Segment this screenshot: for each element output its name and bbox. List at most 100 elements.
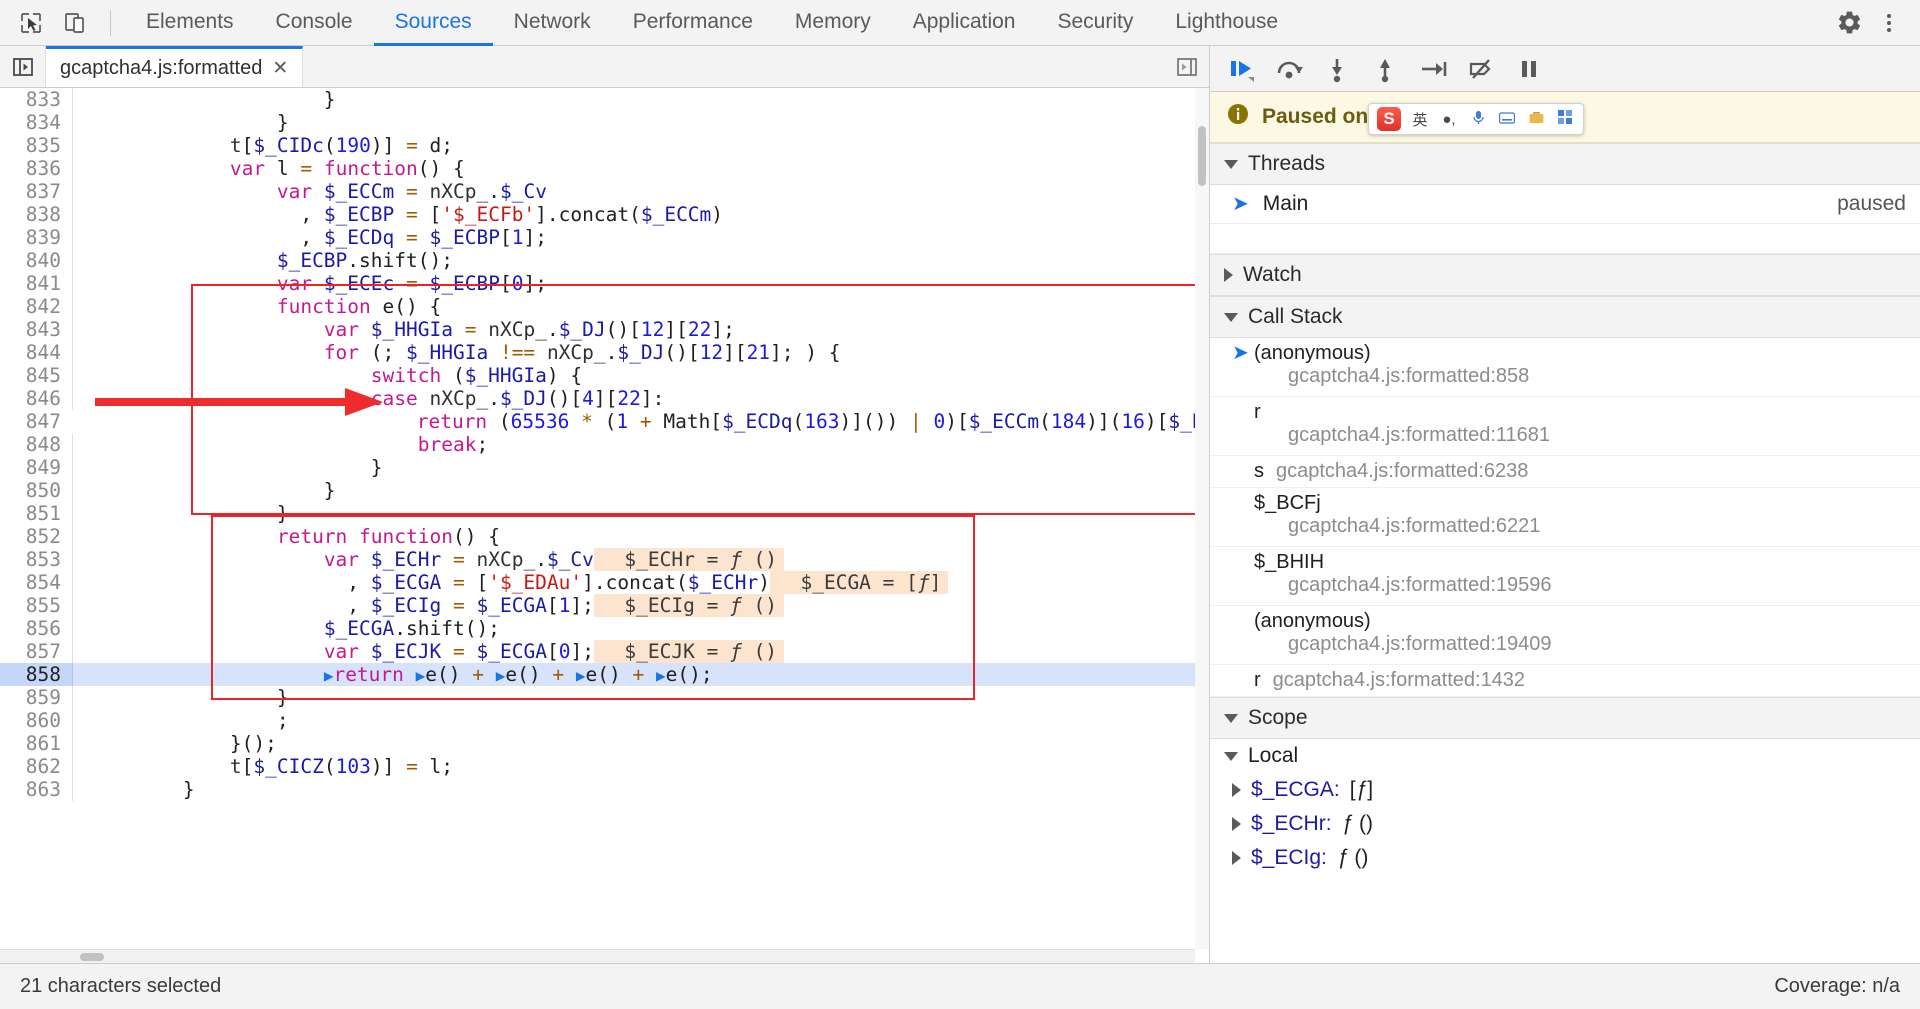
step-into-icon[interactable] [1314, 49, 1360, 89]
line-number[interactable]: 850 [0, 479, 72, 502]
code-line[interactable]: 851 } [0, 502, 1195, 525]
code-line[interactable]: 833 } [0, 88, 1195, 111]
line-number[interactable]: 841 [0, 272, 72, 295]
watch-section-header[interactable]: Watch [1210, 254, 1920, 296]
line-content[interactable]: return (65536 * (1 + Math[$_ECDq(163)]()… [72, 410, 1195, 433]
line-number[interactable]: 861 [0, 732, 72, 755]
call-stack-frame[interactable]: s gcaptcha4.js:formatted:6238 [1210, 456, 1920, 488]
line-content[interactable]: ; [73, 709, 289, 732]
code-line[interactable]: 859 } [0, 686, 1195, 709]
line-number[interactable]: 839 [0, 226, 72, 249]
ime-punct-icon[interactable]: ●, [1439, 111, 1459, 128]
line-number[interactable]: 863 [0, 778, 72, 801]
show-debugger-icon[interactable] [1165, 46, 1209, 87]
line-content[interactable]: } [73, 456, 383, 479]
line-number[interactable]: 860 [0, 709, 72, 732]
code-line[interactable]: 839 , $_ECDq = $_ECBP[1]; [0, 226, 1195, 249]
line-content[interactable]: var $_ECHr = nXCp_.$_Cv $_ECHr = ƒ () [73, 548, 785, 571]
scrollbar-thumb[interactable] [1198, 126, 1206, 186]
line-content[interactable]: return function() { [73, 525, 500, 548]
tab-application[interactable]: Application [892, 1, 1037, 46]
line-content[interactable]: var l = function() { [73, 157, 465, 180]
scope-section-header[interactable]: Scope [1210, 697, 1920, 739]
line-number[interactable]: 843 [0, 318, 72, 341]
line-content[interactable]: } [73, 479, 336, 502]
tab-network[interactable]: Network [493, 1, 612, 46]
tab-performance[interactable]: Performance [612, 1, 774, 46]
line-number[interactable]: 838 [0, 203, 72, 226]
line-content[interactable]: , $_ECDq = $_ECBP[1]; [73, 226, 547, 249]
toolbox-icon[interactable] [1526, 111, 1546, 128]
line-content[interactable]: var $_ECJK = $_ECGA[0]; $_ECJK = ƒ () [73, 640, 785, 663]
code-line[interactable]: 858 ▶return ▶e() + ▶e() + ▶e() + ▶e(); [0, 663, 1195, 686]
inspect-element-icon[interactable] [12, 4, 50, 42]
line-content[interactable]: break; [73, 433, 488, 456]
code-line[interactable]: 846 case nXCp_.$_DJ()[4][22]: [0, 387, 1195, 410]
line-number[interactable]: 859 [0, 686, 72, 709]
scrollbar-thumb[interactable] [80, 953, 104, 961]
code-line[interactable]: 844 for (; $_HHGIa !== nXCp_.$_DJ()[12][… [0, 341, 1195, 364]
line-content[interactable]: t[$_CIDc(190)] = d; [73, 134, 453, 157]
tab-elements[interactable]: Elements [125, 1, 255, 46]
line-number[interactable]: 851 [0, 502, 72, 525]
line-content[interactable]: case nXCp_.$_DJ()[4][22]: [73, 387, 665, 410]
line-number[interactable]: 853 [0, 548, 72, 571]
code-line[interactable]: 856 $_ECGA.shift(); [0, 617, 1195, 640]
step-over-icon[interactable] [1266, 49, 1312, 89]
line-number[interactable]: 849 [0, 456, 72, 479]
code-line[interactable]: 857 var $_ECJK = $_ECGA[0]; $_ECJK = ƒ (… [0, 640, 1195, 663]
code-line[interactable]: 836 var l = function() { [0, 157, 1195, 180]
line-number[interactable]: 848 [0, 433, 72, 456]
step-icon[interactable] [1410, 49, 1456, 89]
line-number[interactable]: 857 [0, 640, 72, 663]
code-line[interactable]: 861 }(); [0, 732, 1195, 755]
line-content[interactable]: function e() { [73, 295, 441, 318]
line-number[interactable]: 835 [0, 134, 72, 157]
more-vertical-icon[interactable] [1870, 4, 1908, 42]
code-line[interactable]: 860 ; [0, 709, 1195, 732]
pause-icon[interactable] [1506, 49, 1552, 89]
mic-icon[interactable] [1468, 110, 1488, 129]
inline-value-hint[interactable]: $_ECHr = ƒ () [593, 548, 785, 571]
line-content[interactable]: } [73, 778, 195, 801]
code-line[interactable]: 852 return function() { [0, 525, 1195, 548]
code-line[interactable]: 863 } [0, 778, 1195, 801]
line-content[interactable]: $_ECGA.shift(); [73, 617, 500, 640]
line-number[interactable]: 846 [0, 387, 72, 410]
line-content[interactable]: , $_ECBP = ['$_ECFb'].concat($_ECCm) [73, 203, 723, 226]
line-content[interactable]: , $_ECGA = ['$_EDAu'].concat($_ECHr) $_E… [73, 571, 949, 594]
line-number[interactable]: 858 [0, 663, 72, 686]
line-content[interactable]: }(); [73, 732, 277, 755]
chevron-right-icon[interactable] [1232, 851, 1241, 865]
call-stack-frame[interactable]: r gcaptcha4.js:formatted:1432 [1210, 665, 1920, 697]
line-number[interactable]: 842 [0, 295, 72, 318]
call-stack-frame[interactable]: $_BCFj gcaptcha4.js:formatted:6221 [1210, 488, 1920, 547]
line-number[interactable]: 837 [0, 180, 72, 203]
code-line[interactable]: 853 var $_ECHr = nXCp_.$_Cv $_ECHr = ƒ (… [0, 548, 1195, 571]
line-content[interactable]: switch ($_HHGIa) { [73, 364, 582, 387]
thread-row-main[interactable]: ➤ Main paused [1210, 185, 1920, 224]
call-stack-frame[interactable]: $_BHIH gcaptcha4.js:formatted:19596 [1210, 547, 1920, 606]
grid-icon[interactable] [1555, 110, 1575, 128]
editor-horizontal-scrollbar[interactable] [0, 949, 1195, 963]
line-content[interactable]: for (; $_HHGIa !== nXCp_.$_DJ()[12][21];… [73, 341, 841, 364]
line-number[interactable]: 862 [0, 755, 72, 778]
editor-vertical-scrollbar[interactable] [1195, 88, 1209, 949]
line-content[interactable]: var $_ECCm = nXCp_.$_Cv [73, 180, 547, 203]
scope-variable-row[interactable]: $_ECHr: ƒ () [1210, 807, 1920, 841]
code-line[interactable]: 835 t[$_CIDc(190)] = d; [0, 134, 1195, 157]
step-out-icon[interactable] [1362, 49, 1408, 89]
call-stack-section-header[interactable]: Call Stack [1210, 296, 1920, 338]
line-content[interactable]: , $_ECIg = $_ECGA[1]; $_ECIg = ƒ () [73, 594, 785, 617]
tab-console[interactable]: Console [255, 1, 374, 46]
resume-icon[interactable] [1218, 49, 1264, 89]
inline-value-hint[interactable]: $_ECGA = [ƒ] [770, 571, 949, 594]
chevron-right-icon[interactable] [1232, 817, 1241, 831]
line-number[interactable]: 852 [0, 525, 72, 548]
code-line[interactable]: 840 $_ECBP.shift(); [0, 249, 1195, 272]
line-content[interactable]: t[$_CICZ(103)] = l; [73, 755, 453, 778]
code-line[interactable]: 843 var $_HHGIa = nXCp_.$_DJ()[12][22]; [0, 318, 1195, 341]
code-line[interactable]: 845 switch ($_HHGIa) { [0, 364, 1195, 387]
code-line[interactable]: 854 , $_ECGA = ['$_EDAu'].concat($_ECHr)… [0, 571, 1195, 594]
line-number[interactable]: 845 [0, 364, 72, 387]
